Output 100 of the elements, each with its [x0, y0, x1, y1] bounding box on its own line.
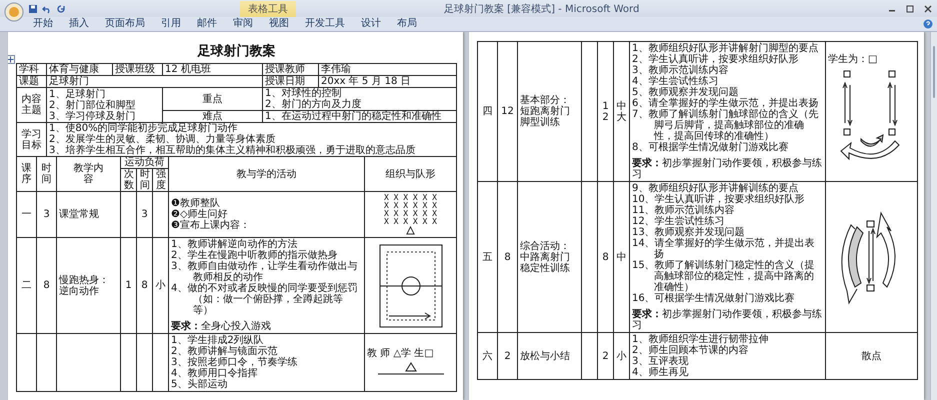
column-header: 课序 [16, 156, 36, 192]
table-cell: 中 [616, 252, 626, 262]
table-cell: 内容主题 [16, 88, 46, 122]
table-cell: 小 [616, 350, 626, 362]
table-cell: 授课班级 [112, 64, 162, 76]
requirement-text: 要求：初步掌握射门动作要领，积极参与练习 [632, 309, 823, 331]
list-item: 2、学生在慢跑中听教师的指示做热身 [171, 250, 338, 261]
column-header: 教与学的活动 [168, 156, 364, 192]
list-item: 11、教师示范训练内容 [632, 205, 736, 216]
list-item: 3、学习停球及射门 [49, 110, 136, 122]
table-cell: 基本部分：短跑离射门脚型训练 [520, 95, 570, 128]
table-cell: 12 [602, 100, 609, 122]
table-cell: 20xx 年 5 月 18 日 [318, 76, 456, 88]
ribbon-tab[interactable]: 页面布局 [98, 18, 152, 30]
list-item: 5、教师观察并发现问题 [632, 87, 740, 98]
list-item: 6、请全掌握好的学生做示范，并提出表扬 [632, 98, 820, 109]
list-item: 16、可根据学生情况做射门游戏比赛 [632, 293, 796, 304]
list-item: 1、教师组织学生进行韧带拉伸 [632, 334, 770, 345]
table-cell: 课堂常规 [59, 209, 99, 220]
requirement-text: 要求：全身心投入游戏 [171, 321, 272, 332]
list-item: 4、教师用口令指挥 [171, 368, 258, 379]
list-item: 1、教师讲解逆向动作的方法 [171, 239, 298, 250]
table-cell: 授课教师 [262, 64, 318, 76]
list-item: 15、教师了解训练射门稳定性的含义（提高触球部位的稳定性，提高中路离的准确性） [632, 260, 816, 293]
vertical-scrollbar[interactable] [930, 32, 937, 400]
list-item: 3、培养学生相互合作，相互帮助的集体主义精神和积极顽强，勇于进取的意志品质 [49, 145, 416, 156]
ribbon-tab[interactable]: 引用 [154, 18, 188, 30]
table-cell: 二 [22, 280, 32, 291]
teacher-triangle-icon [406, 226, 415, 235]
list-item: 14、请全掌握好的学生做示范，并提出表扬 [632, 238, 816, 260]
table-cell: 8 [602, 252, 609, 262]
window-title: 足球射门教案 [兼容模式] - Microsoft Word [444, 2, 640, 16]
list-item: 2、学生认真听讲，按要求组织好队形 [632, 54, 800, 65]
ribbon-tab[interactable]: 开始 [26, 18, 60, 30]
table-cell: 足球射门 [46, 76, 262, 88]
column-header: 时间 [136, 168, 152, 192]
close-icon[interactable] [923, 4, 933, 14]
legend-text: 学生为：□ [828, 54, 878, 65]
save-icon[interactable] [28, 4, 38, 14]
help-icon[interactable] [923, 19, 933, 29]
table-cell: 授课日期 [262, 76, 318, 88]
list-item: 2、教师讲解与镜面示范 [171, 346, 278, 357]
list-item: 5、头部运动 [171, 379, 228, 390]
ribbon-tab[interactable]: 布局 [390, 18, 424, 30]
ribbon-tab[interactable]: 设计 [354, 18, 388, 30]
ribbon-tab[interactable]: 审阅 [226, 18, 260, 30]
table-cell: 12 机电班 [162, 64, 262, 76]
ribbon-tab[interactable]: 视图 [262, 18, 296, 30]
list-item: 2、射门部位和脚型 [49, 100, 136, 110]
list-item: 8、可根据学生情况做射门游戏比赛 [632, 142, 790, 153]
list-item: 1、足球射门 [49, 88, 106, 100]
organization-text: 散点 [860, 350, 882, 362]
table-cell: 3 [141, 209, 148, 220]
column-header: 时间 [36, 156, 56, 192]
list-item: 10、学生认真听讲，按要求组织好队形 [632, 194, 806, 205]
table-cell: 五 [482, 252, 492, 262]
list-item: 12、学生尝试性练习 [632, 216, 726, 227]
legend-text: 教 师 △学 生□ [367, 348, 435, 359]
table-move-handle-icon[interactable] [8, 55, 15, 64]
list-item: 3、教师自由做动作，让学生看动作做出与教师相反的动作 [171, 261, 358, 283]
table-cell: 综合活动：中路离射门稳定性训练 [520, 240, 570, 274]
list-item: 3、教师示范训练内容 [632, 65, 730, 76]
column-header: 教学内容 [56, 156, 120, 192]
redo-icon[interactable] [56, 4, 66, 14]
ribbon-tab[interactable]: 开发工具 [298, 18, 352, 30]
table-cell: 重点 [162, 88, 262, 110]
list-item: 3、按照老师口令，节奏学练 [171, 357, 298, 368]
table-cell: 李伟瑜 [318, 64, 456, 76]
table-cell: 1 [125, 280, 132, 291]
list-item: 2、师生回顾本节课的内容 [632, 345, 750, 356]
maximize-icon[interactable] [905, 4, 915, 14]
document-title: 足球射门教案 [196, 42, 276, 60]
formation-row: X X X X X X [384, 194, 437, 202]
teacher-line-drawing [376, 361, 446, 375]
list-item: 13、教师观察并发现问题 [632, 227, 746, 238]
column-header: 运动负荷 [120, 156, 168, 168]
table-cell: 中大 [616, 100, 626, 122]
list-item: ❷◇师生问好 [171, 209, 228, 220]
list-item: 9、教师组织好队形并讲解训练的要点 [632, 183, 800, 194]
ribbon-tab[interactable]: 插入 [62, 18, 96, 30]
list-item: ❸宣布上课内容： [171, 220, 251, 231]
table-cell: 体育与健康 [46, 64, 112, 76]
formation-row: X X X X X X [384, 202, 437, 210]
list-item: 1、对球性的控制 [265, 88, 342, 99]
table-cell: 8 [43, 280, 50, 291]
table-cell: 课题 [16, 76, 46, 88]
ribbon-tab[interactable]: 邮件 [190, 18, 224, 30]
column-header: 强度 [152, 168, 168, 192]
table-cell: 2 [602, 350, 609, 362]
table-cell: 学科 [16, 64, 46, 76]
formation-row: X X X X X X [384, 218, 437, 226]
table-cell: 12 [501, 106, 514, 117]
undo-icon[interactable] [42, 4, 52, 14]
list-item: 4、做的不对或者反映慢的同学要受到惩罚（如：做一个俯卧撑，全蹲起跳等等） [171, 283, 358, 316]
list-item: 2、射门的方向及力度 [265, 99, 362, 110]
list-item: 4、师生再见 [632, 367, 690, 378]
table-cell: 2 [504, 350, 511, 362]
list-item: 1、教师组织好队形并讲解射门脚型的要点 [632, 43, 820, 54]
table-cell: 学习目标 [16, 122, 46, 156]
list-item: 2、发展学生的灵敏、柔韧、协调、力量等身体素质 [49, 134, 276, 145]
